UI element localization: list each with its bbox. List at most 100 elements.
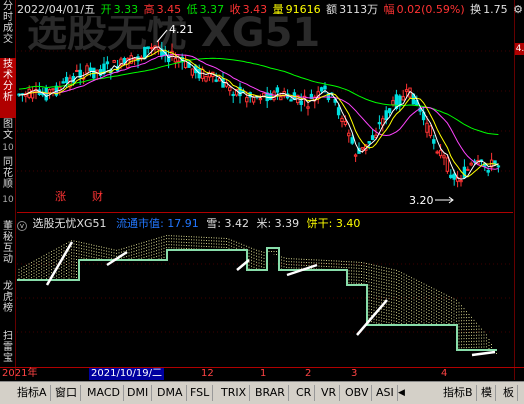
candle-body <box>132 57 137 60</box>
high-label: 高 <box>143 3 155 16</box>
candle-body <box>347 132 351 137</box>
tab-dma[interactable]: DMA <box>154 385 187 401</box>
candle-body <box>88 67 93 71</box>
line4-label: 饼干 <box>306 217 329 230</box>
tab-cr[interactable]: CR <box>293 385 316 401</box>
turnover-label: 换 <box>470 3 482 16</box>
line1-label: 流通市值 <box>116 217 161 230</box>
candle-body <box>231 94 235 97</box>
sidebar-tab-dragon-tiger[interactable]: 龙虎榜 <box>0 280 16 328</box>
open-value: 3.33 <box>113 3 139 16</box>
candle-body <box>449 174 453 178</box>
candle-body <box>306 106 310 109</box>
candle-body <box>272 91 276 101</box>
tag-rise[interactable]: 涨 <box>55 190 66 203</box>
candle-body <box>432 139 436 144</box>
candlestick-chart[interactable]: 选股无忧 XG51 4.21 3.20 涨 财 <box>17 16 513 212</box>
close-label: 收 <box>229 3 241 16</box>
candle-body <box>319 87 324 92</box>
indicator-name[interactable]: 选股无忧XG51 <box>33 217 107 230</box>
candle-body <box>462 166 467 179</box>
indicator-white-segments <box>45 241 496 357</box>
line2-value: 3.42 <box>224 217 249 230</box>
sidebar-tab-secretary[interactable]: 董秘互动 <box>0 220 16 278</box>
candle-body <box>61 81 65 84</box>
candle-body <box>221 78 225 88</box>
tab-trix[interactable]: TRIX <box>218 385 251 401</box>
quote-date: 2022/04/01/五 <box>17 3 96 16</box>
candle-body <box>275 87 280 93</box>
tab-asi[interactable]: ASI <box>373 385 398 401</box>
tab-dmi[interactable]: DMI <box>124 385 153 401</box>
sidebar-tab-minesweeper[interactable]: 扫雷宝 <box>0 330 16 370</box>
tab-brar[interactable]: BRAR <box>252 385 289 401</box>
tab-board[interactable]: 板 <box>500 385 518 401</box>
candle-body <box>146 46 150 50</box>
candle-body <box>445 157 450 172</box>
candle-body <box>442 155 446 159</box>
candle-body <box>75 70 79 73</box>
candle-body <box>353 154 358 157</box>
line1-value: 17.91 <box>167 217 199 230</box>
sidebar-tab-ths[interactable]: 同花顺 <box>0 156 16 192</box>
tab-vr[interactable]: VR <box>318 385 341 401</box>
low-annotation-text: 3.20 <box>409 194 434 207</box>
close-value: 3.43 <box>242 3 268 16</box>
low-label: 低 <box>186 3 198 16</box>
tab-indicator-b[interactable]: 指标B <box>440 385 477 401</box>
candle-body <box>336 107 341 116</box>
candle-body <box>112 60 116 63</box>
tag-finance[interactable]: 财 <box>92 189 103 203</box>
candle-body <box>149 47 154 50</box>
ma5-line <box>18 46 499 180</box>
indicator-chart[interactable] <box>17 230 513 366</box>
candle-body <box>143 46 147 60</box>
indicator-white-segment <box>471 350 496 357</box>
tab-fsl[interactable]: FSL <box>187 385 214 401</box>
high-annotation-text: 4.21 <box>169 23 194 36</box>
volume-label: 量 <box>272 3 284 16</box>
candle-body <box>370 135 375 140</box>
candle-body <box>377 122 382 125</box>
change-label: 幅 <box>383 3 395 16</box>
tab-window[interactable]: 窗口 <box>52 385 81 401</box>
candle-body <box>214 79 218 82</box>
sidebar-tab-timeshare[interactable]: 分时成交 <box>0 0 16 58</box>
candle-body <box>299 100 303 105</box>
candle-body <box>435 151 439 154</box>
indicator-white-segment <box>356 299 388 336</box>
candle-body <box>47 89 52 94</box>
sidebar-tab-technical[interactable]: 技术分析 <box>0 58 16 118</box>
turnover-value: 1.75 <box>483 3 508 16</box>
tab-macd[interactable]: MACD <box>84 385 124 401</box>
candle-body <box>486 170 490 173</box>
tab-indicator-a[interactable]: 指标A <box>14 385 51 401</box>
sidebar-sub-label: 10 <box>2 143 14 153</box>
line3-value: 3.39 <box>274 217 300 230</box>
watermark: 选股无忧 XG51 <box>27 16 320 56</box>
indicator-white-segment <box>45 241 74 286</box>
candle-body <box>350 137 354 144</box>
cursor-date: 2021/10/19/二 <box>89 368 165 380</box>
volume-value: 91616 <box>285 3 321 16</box>
candle-body <box>340 117 344 122</box>
sidebar-tab-graphic[interactable]: 图文 <box>0 118 16 142</box>
right-price-strip: 4. <box>514 0 524 380</box>
candle-body <box>401 96 405 101</box>
candle-body <box>190 68 195 76</box>
candle-body <box>122 58 127 64</box>
chevron-left-icon[interactable]: ◀ <box>398 385 408 401</box>
candle-body <box>469 162 473 166</box>
axis-year: 2021年 <box>2 368 38 379</box>
sidebar-sub-label: 10 <box>2 195 14 205</box>
candle-body <box>64 76 69 83</box>
tab-template[interactable]: 模 <box>478 385 496 401</box>
candle-body <box>404 89 409 92</box>
candle-body <box>85 65 89 74</box>
candle-body <box>207 73 212 78</box>
tab-obv[interactable]: OBV <box>342 385 373 401</box>
change-value: 0.02(0.59%) <box>396 3 465 16</box>
settings-icon[interactable]: ⚙ <box>513 3 523 16</box>
indicator-white-segment <box>106 250 128 267</box>
low-annotation: 3.20 <box>409 194 454 207</box>
